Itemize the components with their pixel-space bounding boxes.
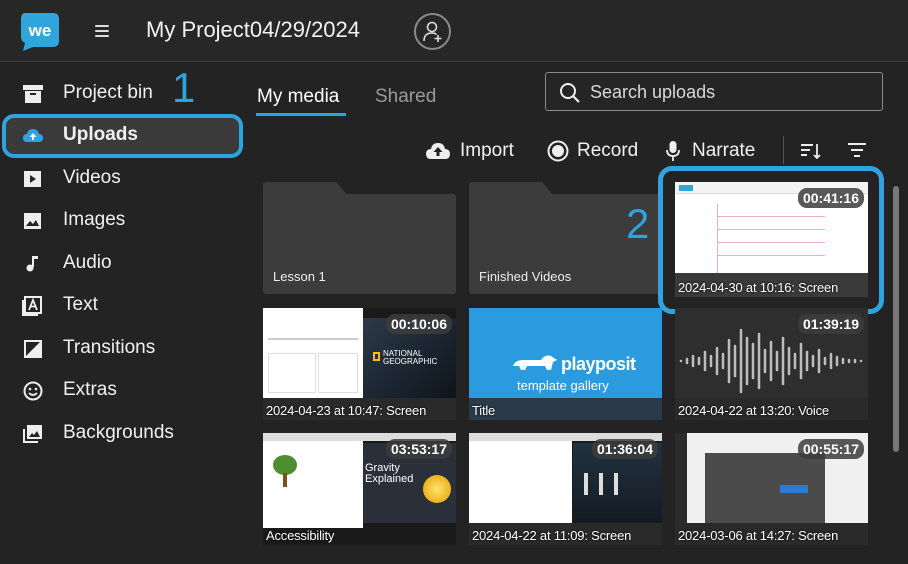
media-label: 2024-03-06 at 14:27: Screen bbox=[678, 528, 839, 543]
playposit-brand: playposit bbox=[561, 354, 636, 374]
tab-shared[interactable]: Shared bbox=[375, 86, 436, 108]
sidebar-item-transitions[interactable]: Transitions bbox=[0, 328, 248, 370]
top-bar: we My Project04/29/2024 bbox=[0, 0, 908, 62]
search-box[interactable] bbox=[545, 72, 883, 111]
wevideo-logo[interactable]: we bbox=[19, 11, 61, 51]
folder-label: Lesson 1 bbox=[273, 269, 326, 284]
menu-icon[interactable] bbox=[95, 25, 109, 37]
sidebar-item-label: Uploads bbox=[63, 124, 138, 145]
media-scrollbar[interactable] bbox=[893, 186, 899, 452]
sidebar-item-uploads[interactable]: Uploads bbox=[0, 115, 248, 157]
duration-badge: 00:55:17 bbox=[797, 439, 864, 459]
play-square-icon bbox=[24, 171, 41, 187]
sidebar-item-label: Text bbox=[63, 294, 98, 315]
duration-badge: 00:10:06 bbox=[385, 314, 452, 334]
folder-label: Finished Videos bbox=[479, 269, 572, 284]
image-icon bbox=[24, 213, 41, 229]
media-card[interactable]: Gravity Explained 03:53:17 Accessibility bbox=[263, 433, 456, 545]
media-card[interactable]: NATIONAL GEOGRAPHIC 00:10:06 2024-04-23 … bbox=[263, 308, 456, 420]
media-label: 2024-04-22 at 11:09: Screen bbox=[472, 528, 632, 543]
microphone-icon bbox=[666, 141, 680, 161]
sidebar-item-audio[interactable]: Audio bbox=[0, 243, 248, 285]
record-icon bbox=[547, 140, 569, 162]
sidebar-item-videos[interactable]: Videos bbox=[0, 158, 248, 200]
media-label: 2024-04-23 at 10:47: Screen bbox=[266, 403, 427, 418]
record-button[interactable]: Record bbox=[547, 139, 647, 163]
active-tab-indicator bbox=[256, 113, 346, 116]
sidebar-item-label: Extras bbox=[63, 379, 117, 400]
sort-icon[interactable] bbox=[800, 142, 822, 160]
project-title[interactable]: My Project04/29/2024 bbox=[146, 17, 360, 43]
media-card[interactable]: 01:39:19 2024-04-22 at 13:20: Voice bbox=[675, 308, 868, 420]
cloud-upload-icon bbox=[23, 129, 43, 142]
add-user-icon bbox=[423, 21, 442, 42]
import-label: Import bbox=[460, 140, 514, 161]
sidebar-item-text[interactable]: Text bbox=[0, 285, 248, 327]
narrate-button[interactable]: Narrate bbox=[666, 139, 766, 163]
text-icon bbox=[22, 296, 42, 316]
selected-card-highlight bbox=[658, 166, 884, 314]
media-label: Title bbox=[472, 403, 496, 418]
media-card[interactable]: 00:55:17 2024-03-06 at 14:27: Screen bbox=[675, 433, 868, 545]
template-gallery-text: template gallery bbox=[517, 378, 609, 393]
sidebar-item-backgrounds[interactable]: Backgrounds bbox=[0, 413, 248, 455]
import-button[interactable]: Import bbox=[425, 139, 525, 163]
sidebar-item-label: Images bbox=[63, 209, 126, 230]
step-2-annotation: 2 bbox=[626, 200, 650, 247]
duration-badge: 01:36:04 bbox=[591, 439, 658, 459]
sidebar-item-label: Transitions bbox=[63, 337, 156, 358]
sidebar-item-label: Audio bbox=[63, 252, 112, 273]
media-label: Accessibility bbox=[266, 528, 335, 543]
sidebar-item-label: Backgrounds bbox=[63, 422, 174, 443]
media-card[interactable]: playposit template gallery Title bbox=[469, 308, 662, 420]
add-collaborator-button[interactable] bbox=[414, 13, 451, 50]
sidebar-item-label: Project bin bbox=[63, 82, 153, 103]
sidebar-item-images[interactable]: Images bbox=[0, 200, 248, 242]
record-label: Record bbox=[577, 140, 639, 161]
transition-icon bbox=[24, 340, 42, 358]
duration-badge: 01:39:19 bbox=[797, 314, 864, 334]
archive-icon bbox=[23, 85, 43, 103]
thumbnail-overlay-text: NATIONAL GEOGRAPHIC bbox=[383, 349, 438, 366]
narrate-label: Narrate bbox=[692, 140, 756, 161]
dog-logo-icon bbox=[513, 355, 557, 370]
svg-text:we: we bbox=[28, 21, 52, 40]
tab-my-media[interactable]: My media bbox=[257, 86, 339, 108]
search-input[interactable] bbox=[590, 79, 870, 105]
toolbar-divider bbox=[783, 136, 784, 164]
sidebar-item-label: Videos bbox=[63, 167, 121, 188]
audio-waveform bbox=[679, 328, 863, 394]
smiley-icon bbox=[23, 381, 43, 401]
backgrounds-icon bbox=[23, 425, 42, 443]
media-card[interactable]: 01:36:04 2024-04-22 at 11:09: Screen bbox=[469, 433, 662, 545]
duration-badge: 03:53:17 bbox=[385, 439, 452, 459]
sidebar-item-project-bin[interactable]: Project bin bbox=[0, 73, 248, 115]
folder-card[interactable]: Lesson 1 bbox=[263, 182, 456, 294]
search-icon bbox=[560, 83, 580, 103]
music-note-icon bbox=[26, 256, 38, 272]
media-label: 2024-04-22 at 13:20: Voice bbox=[678, 403, 829, 418]
filter-icon[interactable] bbox=[847, 142, 867, 158]
sidebar-item-extras[interactable]: Extras bbox=[0, 370, 248, 412]
thumbnail-overlay-text: Gravity Explained bbox=[365, 462, 414, 485]
cloud-upload-icon bbox=[426, 143, 450, 159]
